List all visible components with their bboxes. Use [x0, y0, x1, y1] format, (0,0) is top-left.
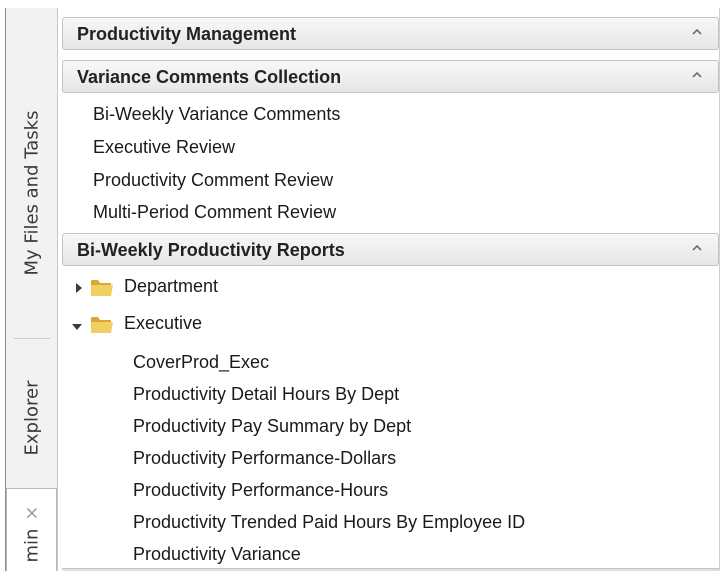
folder-icon	[91, 280, 113, 296]
tree-folder-label: Department	[124, 276, 219, 296]
section-title: Variance Comments Collection	[77, 67, 342, 87]
tree-item-productivity-performance-hours[interactable]: Productivity Performance-Hours	[133, 480, 388, 501]
list-item-executive-review[interactable]: Executive Review	[93, 137, 235, 158]
tree-folder-executive[interactable]: Executive	[62, 313, 462, 337]
tab-admin-close-icon[interactable]: ×	[21, 506, 42, 521]
tree-item-productivity-variance[interactable]: Productivity Variance	[133, 544, 301, 565]
section-header-productivity-management[interactable]: Productivity Management	[62, 17, 719, 50]
section-title: Bi-Weekly Productivity Reports	[77, 240, 345, 260]
side-tab-strip: My Files and Tasks Explorer min ×	[6, 8, 58, 571]
folder-icon	[91, 317, 113, 333]
chevron-up-icon[interactable]	[690, 25, 704, 39]
chevron-up-icon[interactable]	[690, 68, 704, 82]
triangle-down-icon[interactable]	[72, 322, 82, 332]
tab-explorer[interactable]: Explorer	[6, 363, 57, 473]
tab-explorer-label: Explorer	[21, 380, 42, 456]
tree-item-productivity-pay-summary-by-dept[interactable]: Productivity Pay Summary by Dept	[133, 416, 411, 437]
list-item-multi-period-comment-review[interactable]: Multi-Period Comment Review	[93, 202, 336, 223]
section-header-variance-comments-collection[interactable]: Variance Comments Collection	[62, 60, 719, 93]
triangle-right-icon[interactable]	[74, 283, 84, 293]
tab-my-files-and-tasks[interactable]: My Files and Tasks	[6, 68, 57, 318]
section-title: Productivity Management	[77, 24, 297, 44]
list-item-productivity-comment-review[interactable]: Productivity Comment Review	[93, 170, 333, 191]
tree-folder-label: Executive	[124, 313, 203, 333]
tree-item-coverprod-exec[interactable]: CoverProd_Exec	[133, 352, 269, 373]
tree-item-productivity-trended-paid-hours-by-employee-id[interactable]: Productivity Trended Paid Hours By Emplo…	[133, 512, 525, 533]
chevron-up-icon[interactable]	[690, 241, 704, 255]
tree-folder-department[interactable]: Department	[62, 276, 462, 300]
tab-admin-label: min ×	[21, 506, 42, 563]
section-header-bi-weekly-productivity-reports[interactable]: Bi-Weekly Productivity Reports	[62, 233, 719, 266]
navigation-panel: Productivity Management Variance Comment…	[62, 8, 720, 571]
tree-item-productivity-detail-hours-by-dept[interactable]: Productivity Detail Hours By Dept	[133, 384, 399, 405]
tab-divider	[14, 338, 50, 339]
panel-border	[719, 8, 720, 571]
list-item-bi-weekly-variance-comments[interactable]: Bi-Weekly Variance Comments	[93, 104, 340, 125]
tab-admin[interactable]: min ×	[6, 488, 57, 571]
tab-admin-text: min	[21, 528, 42, 563]
tree-item-productivity-performance-dollars[interactable]: Productivity Performance-Dollars	[133, 448, 396, 469]
tab-my-files-label: My Files and Tasks	[21, 110, 42, 276]
